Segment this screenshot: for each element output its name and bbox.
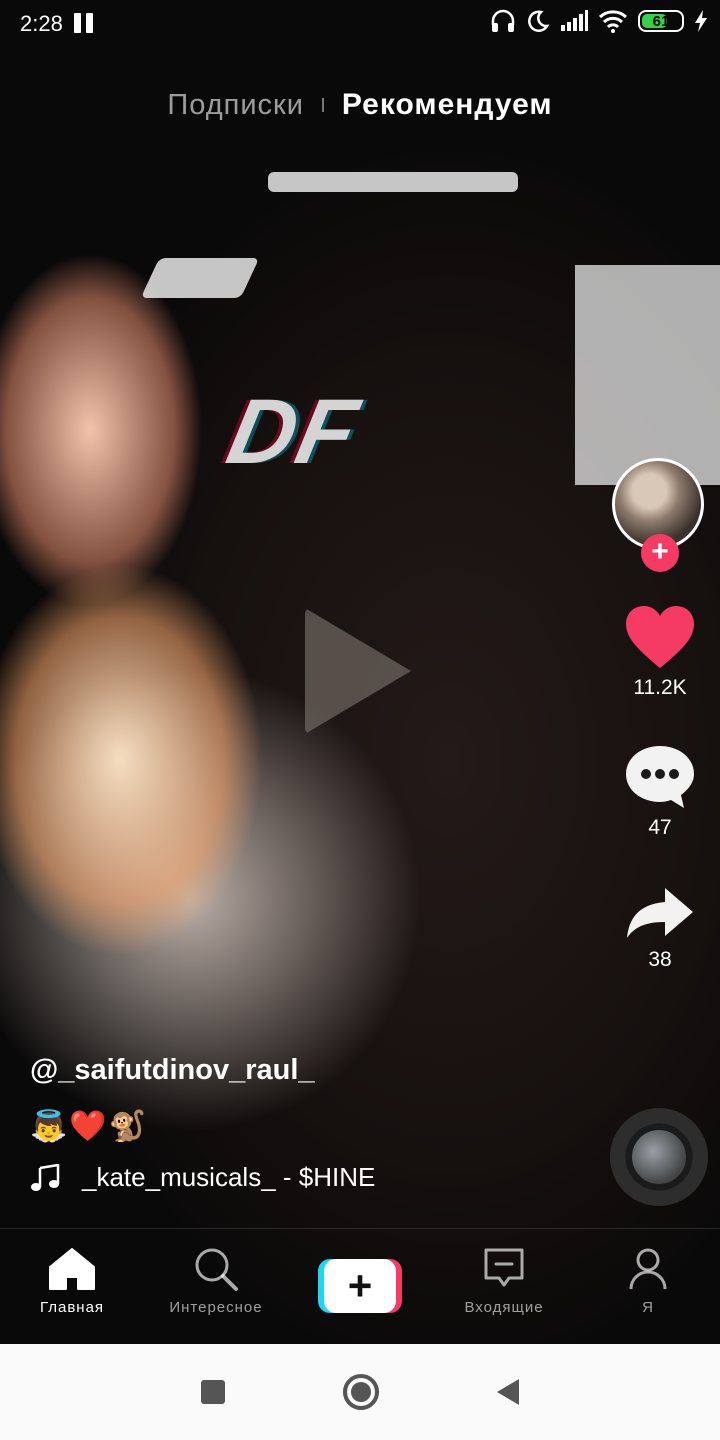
heart-icon[interactable] bbox=[624, 604, 696, 670]
play-icon[interactable] bbox=[305, 608, 411, 734]
music-disc[interactable] bbox=[610, 1108, 708, 1206]
nav-home[interactable]: Главная bbox=[0, 1229, 144, 1344]
charging-icon bbox=[695, 10, 707, 32]
back-button[interactable] bbox=[497, 1379, 519, 1405]
follow-button[interactable]: + bbox=[641, 534, 679, 572]
bottom-nav: Главная Интересное + Входящие Я bbox=[0, 1228, 720, 1344]
nav-inbox[interactable]: Входящие bbox=[432, 1229, 576, 1344]
profile-icon bbox=[629, 1248, 667, 1290]
video-light-stripe bbox=[140, 258, 260, 298]
battery-icon: 61 bbox=[638, 10, 684, 32]
like-count: 11.2K bbox=[633, 676, 687, 699]
share-icon[interactable] bbox=[625, 886, 695, 942]
signal-icon bbox=[561, 10, 588, 31]
wifi-icon bbox=[598, 10, 628, 33]
video-screen[interactable]: DF 2:28 61 Подписки Рекомендуем + 11.2K … bbox=[0, 0, 720, 1344]
music-note-icon bbox=[31, 1163, 60, 1191]
status-time: 2:28 bbox=[20, 11, 63, 36]
recents-button[interactable] bbox=[201, 1380, 225, 1404]
nav-discover[interactable]: Интересное bbox=[144, 1229, 288, 1344]
tab-following[interactable]: Подписки bbox=[167, 89, 304, 122]
side-actions: + 11.2K 47 38 bbox=[612, 458, 708, 972]
system-nav-bar bbox=[0, 1344, 720, 1440]
create-button[interactable]: + bbox=[318, 1259, 402, 1313]
video-light-stripe bbox=[575, 265, 720, 485]
nav-profile[interactable]: Я bbox=[576, 1229, 720, 1344]
music-info[interactable]: _kate_musicals_ - $HINE bbox=[30, 1162, 590, 1193]
like-button[interactable]: 11.2K bbox=[624, 604, 696, 700]
nav-create[interactable]: + bbox=[288, 1229, 432, 1344]
nav-discover-label: Интересное bbox=[169, 1299, 263, 1316]
caption-text: 👼❤️🐒 bbox=[30, 1110, 149, 1143]
share-count: 38 bbox=[648, 948, 672, 971]
nav-inbox-label: Входящие bbox=[464, 1299, 544, 1316]
plus-icon: + bbox=[324, 1259, 396, 1313]
tab-divider bbox=[321, 98, 324, 112]
home-button[interactable] bbox=[343, 1374, 379, 1410]
feed-tabs: Подписки Рекомендуем bbox=[0, 88, 720, 122]
status-icons: 61 bbox=[490, 9, 708, 33]
pause-icon bbox=[74, 13, 94, 33]
comment-button[interactable]: 47 bbox=[624, 744, 696, 840]
tab-for-you[interactable]: Рекомендуем bbox=[342, 88, 553, 122]
comment-count: 47 bbox=[648, 816, 672, 839]
inbox-icon bbox=[484, 1248, 524, 1287]
status-bar: 2:28 61 bbox=[0, 0, 720, 46]
video-light-stripe bbox=[268, 172, 518, 192]
share-button[interactable]: 38 bbox=[625, 886, 695, 972]
moon-icon bbox=[528, 10, 550, 32]
nav-profile-label: Я bbox=[642, 1299, 654, 1316]
comment-icon[interactable] bbox=[624, 744, 696, 810]
video-caption: @_saifutdinov_raul_ 👼❤️🐒 _kate_musicals_… bbox=[30, 1054, 590, 1193]
creator-avatar-wrap[interactable]: + bbox=[612, 458, 708, 572]
music-title[interactable]: _kate_musicals_ - $HINE bbox=[82, 1162, 375, 1193]
creator-username[interactable]: @_saifutdinov_raul_ bbox=[30, 1054, 590, 1087]
nav-home-label: Главная bbox=[39, 1299, 105, 1316]
jacket-print-text: DF bbox=[219, 381, 368, 483]
home-icon bbox=[49, 1248, 95, 1290]
headphones-icon bbox=[491, 9, 515, 32]
search-icon bbox=[195, 1248, 238, 1291]
music-disc-cover bbox=[632, 1130, 686, 1184]
battery-level: 61 bbox=[652, 12, 670, 30]
